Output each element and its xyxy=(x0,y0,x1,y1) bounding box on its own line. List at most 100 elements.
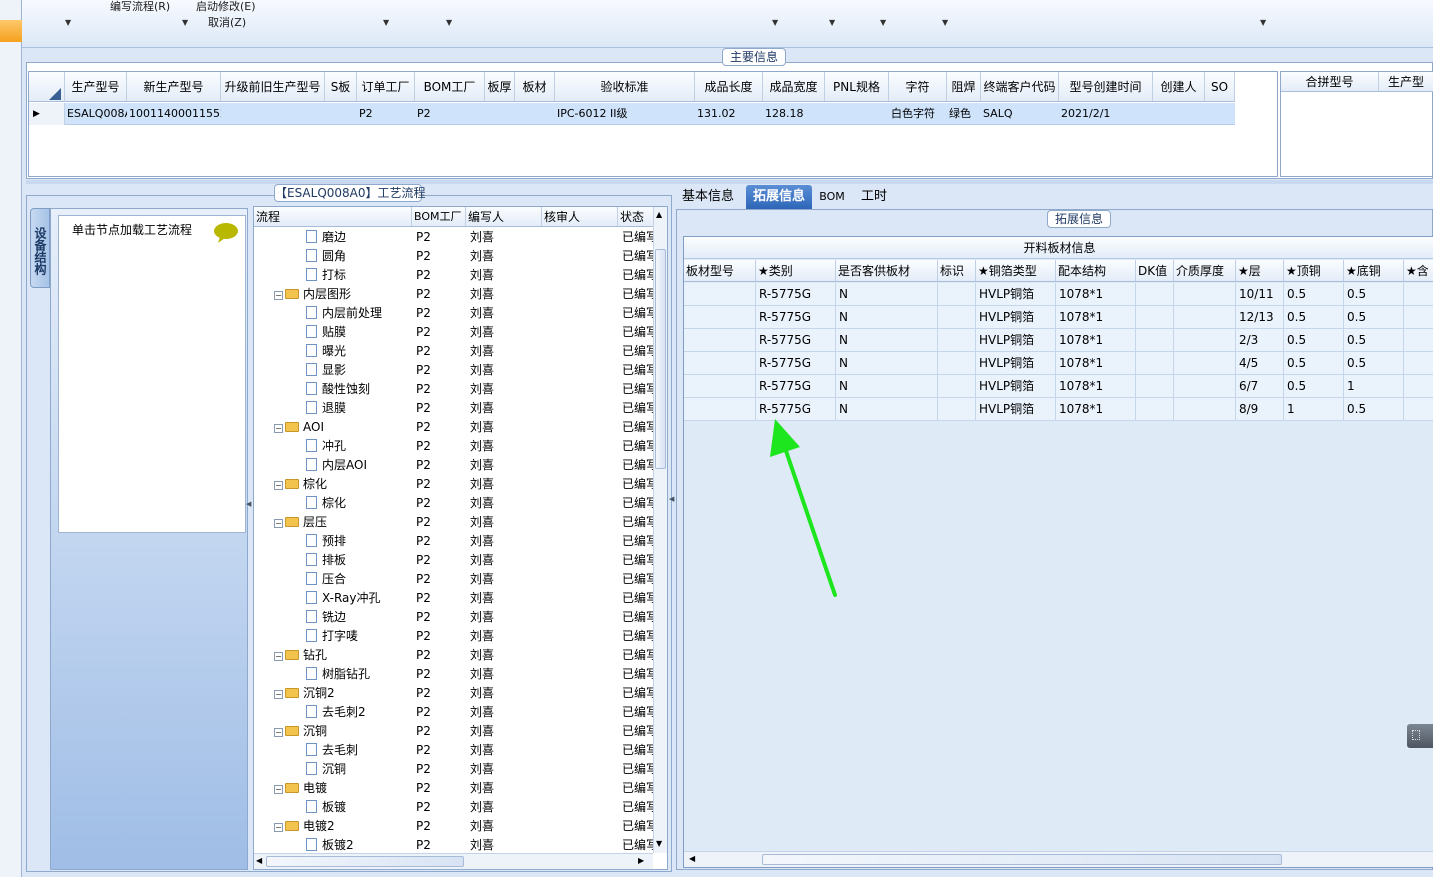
main-cell-1[interactable]: 10011400011552 xyxy=(127,103,221,124)
process-tree-row[interactable]: 去毛刺 P2 刘喜 已编写 xyxy=(254,741,654,760)
material-cell[interactable]: R-5775G xyxy=(756,352,836,374)
process-tree-row[interactable]: − 内层图形 P2 刘喜 已编写 xyxy=(254,285,654,304)
material-col-9[interactable]: ★顶铜 xyxy=(1284,260,1344,281)
material-cell[interactable]: 0.5 xyxy=(1344,329,1404,351)
material-cell[interactable]: HVLP铜箔 xyxy=(976,306,1056,328)
material-cell[interactable]: R-5775G xyxy=(756,306,836,328)
process-node[interactable]: 内层前处理 xyxy=(254,304,412,323)
material-cell[interactable]: 0.5 xyxy=(1344,352,1404,374)
process-node[interactable]: 退膜 xyxy=(254,399,412,418)
side-col-merge-model[interactable]: 合拼型号 xyxy=(1281,72,1379,91)
dropdown-arrow-icon[interactable]: ▼ xyxy=(65,19,71,27)
material-row[interactable]: R-5775G N HVLP铜箔 1078*1 2/3 0.5 0.5 xyxy=(684,329,1433,352)
material-cell[interactable] xyxy=(1136,329,1174,351)
dropdown-arrow-icon[interactable]: ▼ xyxy=(880,19,886,27)
material-cell[interactable]: HVLP铜箔 xyxy=(976,329,1056,351)
material-cell[interactable]: 0.5 xyxy=(1344,398,1404,420)
col-writer[interactable]: 编写人 xyxy=(466,207,542,226)
material-row[interactable]: R-5775G N HVLP铜箔 1078*1 4/5 0.5 0.5 xyxy=(684,352,1433,375)
main-col-17[interactable]: SO xyxy=(1205,72,1235,101)
main-cell-17[interactable] xyxy=(1205,103,1235,124)
material-col-7[interactable]: 介质厚度 xyxy=(1174,260,1236,281)
main-col-5[interactable]: BOM工厂 xyxy=(415,72,485,101)
material-cell[interactable] xyxy=(1174,398,1236,420)
process-node[interactable]: 显影 xyxy=(254,361,412,380)
main-cell-7[interactable] xyxy=(515,103,555,124)
process-node[interactable]: 树脂钻孔 xyxy=(254,665,412,684)
process-node[interactable]: 去毛刺 xyxy=(254,741,412,760)
main-col-16[interactable]: 创建人 xyxy=(1153,72,1205,101)
material-cell[interactable] xyxy=(938,283,976,305)
process-tree-row[interactable]: 退膜 P2 刘喜 已编写 xyxy=(254,399,654,418)
col-status[interactable]: 状态 xyxy=(618,207,654,226)
process-node[interactable]: X-Ray冲孔 xyxy=(254,589,412,608)
material-cell[interactable]: 1078*1 xyxy=(1056,352,1136,374)
collapse-icon[interactable]: − xyxy=(274,481,283,490)
process-node[interactable]: − 沉铜2 xyxy=(254,684,412,703)
process-node[interactable]: 板镀2 xyxy=(254,836,412,853)
main-cell-0[interactable]: ESALQ008A0 xyxy=(65,103,127,124)
material-cell[interactable]: 0.5 xyxy=(1344,306,1404,328)
process-tree-row[interactable]: 板镀 P2 刘喜 已编写 xyxy=(254,798,654,817)
process-tree-row[interactable]: 酸性蚀刻 P2 刘喜 已编写 xyxy=(254,380,654,399)
process-node[interactable]: 内层AOI xyxy=(254,456,412,475)
process-node[interactable]: − AOI xyxy=(254,418,412,437)
material-cell[interactable]: N xyxy=(836,375,938,397)
material-cell[interactable]: 10/11 xyxy=(1236,283,1284,305)
material-cell[interactable]: 2/3 xyxy=(1236,329,1284,351)
material-hscroll-thumb[interactable] xyxy=(762,854,1282,865)
material-cell[interactable]: HVLP铜箔 xyxy=(976,283,1056,305)
material-cell[interactable]: 1078*1 xyxy=(1056,283,1136,305)
material-col-10[interactable]: ★底铜 xyxy=(1344,260,1404,281)
dropdown-arrow-icon[interactable]: ▼ xyxy=(446,19,452,27)
process-tree-row[interactable]: 曝光 P2 刘喜 已编写 xyxy=(254,342,654,361)
material-cell[interactable] xyxy=(938,329,976,351)
material-col-4[interactable]: ★铜箔类型 xyxy=(976,260,1056,281)
process-node[interactable]: 磨边 xyxy=(254,228,412,247)
process-node[interactable]: 圆角 xyxy=(254,247,412,266)
main-col-3[interactable]: S板 xyxy=(325,72,357,101)
material-cell[interactable] xyxy=(1136,375,1174,397)
scroll-left-icon[interactable]: ◀ xyxy=(689,854,695,863)
tab-equipment-structure[interactable]: 设备结构 xyxy=(30,208,50,288)
material-cell[interactable] xyxy=(684,398,756,420)
collapse-icon[interactable]: − xyxy=(274,291,283,300)
main-cell-9[interactable]: 131.02 xyxy=(695,103,763,124)
process-node[interactable]: 预排 xyxy=(254,532,412,551)
tab-basic-info[interactable]: 基本信息 xyxy=(678,185,738,209)
scroll-left-icon[interactable]: ◀ xyxy=(256,856,262,865)
material-cell[interactable]: 0.5 xyxy=(1284,329,1344,351)
main-cell-13[interactable]: 绿色 xyxy=(947,103,981,124)
material-cell[interactable]: 1078*1 xyxy=(1056,306,1136,328)
material-cell[interactable] xyxy=(1404,306,1433,328)
material-col-3[interactable]: 标识 xyxy=(938,260,976,281)
material-col-8[interactable]: ★层 xyxy=(1236,260,1284,281)
material-horizontal-scrollbar[interactable]: ◀ xyxy=(684,851,1433,867)
material-cell[interactable]: 1 xyxy=(1284,398,1344,420)
collapse-icon[interactable]: − xyxy=(274,690,283,699)
main-col-13[interactable]: 阻焊 xyxy=(947,72,981,101)
process-node[interactable]: 棕化 xyxy=(254,494,412,513)
main-col-11[interactable]: PNL规格 xyxy=(825,72,889,101)
material-row[interactable]: R-5775G N HVLP铜箔 1078*1 6/7 0.5 1 xyxy=(684,375,1433,398)
material-cell[interactable] xyxy=(1174,375,1236,397)
material-cell[interactable]: R-5775G xyxy=(756,283,836,305)
material-cell[interactable]: R-5775G xyxy=(756,375,836,397)
material-cell[interactable] xyxy=(1404,352,1433,374)
process-node[interactable]: − 钻孔 xyxy=(254,646,412,665)
scroll-down-icon[interactable]: ▼ xyxy=(656,839,662,848)
material-cell[interactable]: 6/7 xyxy=(1236,375,1284,397)
col-process[interactable]: 流程 xyxy=(254,207,412,226)
main-cell-14[interactable]: SALQ xyxy=(981,103,1059,124)
process-node[interactable]: − 棕化 xyxy=(254,475,412,494)
dropdown-arrow-icon[interactable]: ▼ xyxy=(182,19,188,27)
process-node[interactable]: − 沉铜 xyxy=(254,722,412,741)
main-info-row[interactable]: ESALQ008A010011400011552 P2P2 IPC-6012 II级… xyxy=(65,103,1235,125)
process-node[interactable]: − 电镀2 xyxy=(254,817,412,836)
tab-extension-info[interactable]: 拓展信息 xyxy=(746,185,812,209)
process-tree-row[interactable]: − 沉铜 P2 刘喜 已编写 xyxy=(254,722,654,741)
right-collapse-handle[interactable]: ◀ xyxy=(669,495,675,565)
process-node[interactable]: 板镀 xyxy=(254,798,412,817)
process-node[interactable]: 排板 xyxy=(254,551,412,570)
material-col-6[interactable]: DK值 xyxy=(1136,260,1174,281)
